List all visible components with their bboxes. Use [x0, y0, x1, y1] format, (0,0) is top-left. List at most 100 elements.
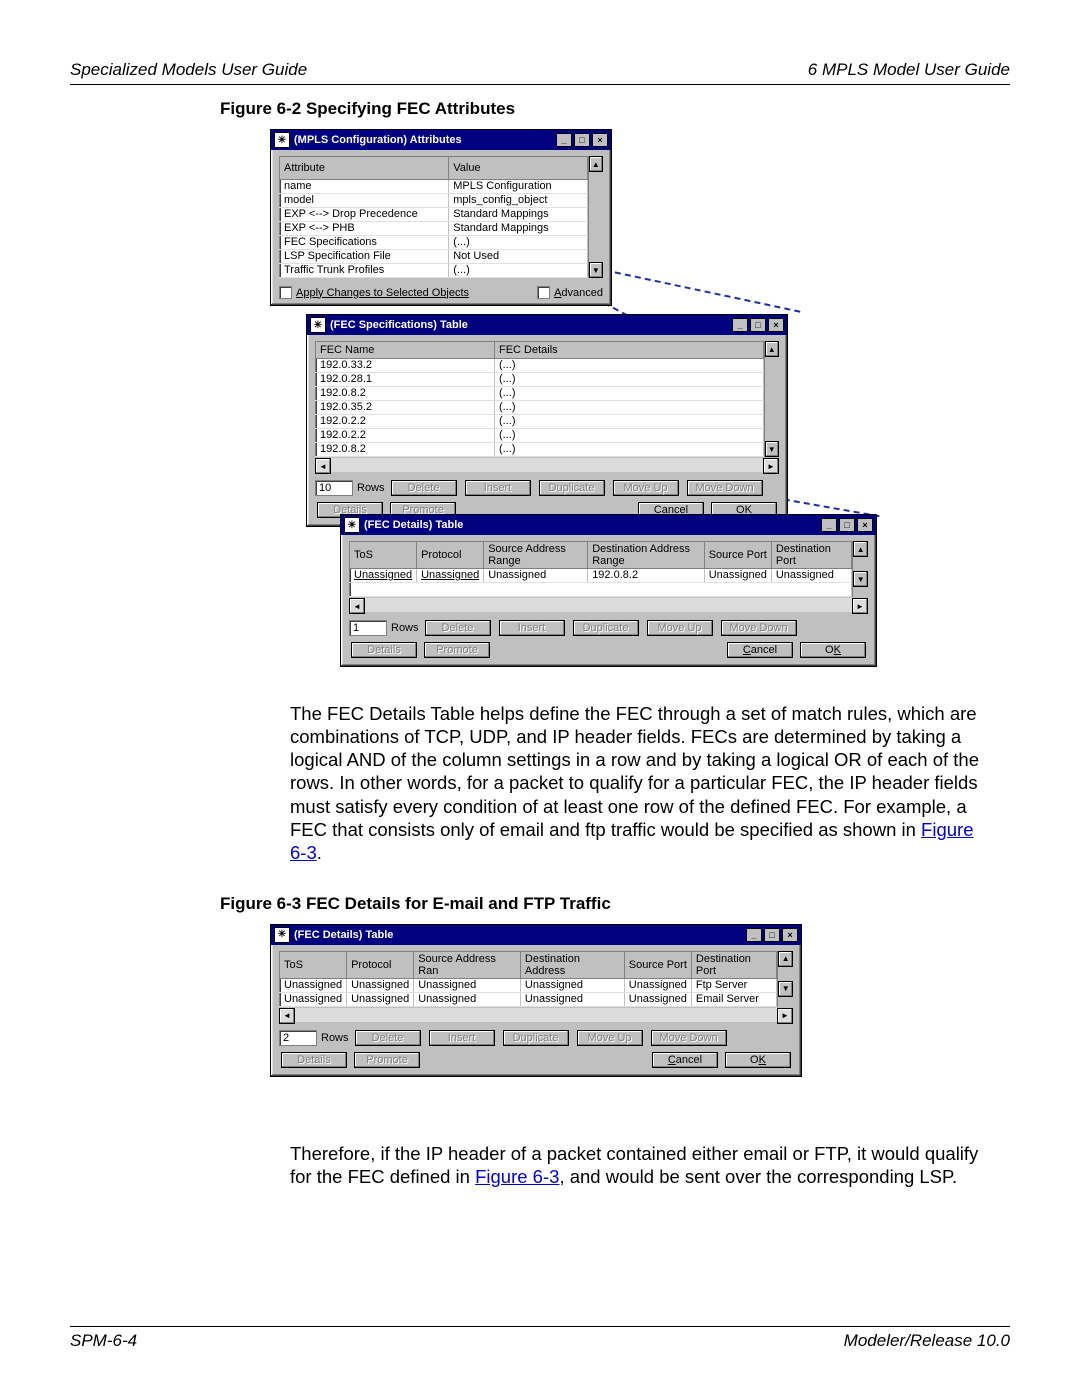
duplicate-button[interactable]: Duplicate [573, 620, 639, 636]
cell[interactable]: 192.0.8.2 [316, 387, 495, 401]
fec-spec-grid[interactable]: FEC Name FEC Details 192.0.33.2(...) 192… [315, 341, 764, 457]
hscrollbar[interactable]: ◄ ► [349, 598, 868, 612]
close-icon[interactable]: × [592, 133, 608, 147]
scroll-right-icon[interactable]: ► [777, 1008, 793, 1024]
cell[interactable]: 192.0.28.1 [316, 373, 495, 387]
cell[interactable]: Traffic Trunk Profiles [280, 264, 449, 278]
scroll-down-icon[interactable]: ▼ [778, 981, 793, 997]
cell[interactable]: Standard Mappings [449, 208, 587, 222]
scroll-left-icon[interactable]: ◄ [349, 598, 365, 614]
vscrollbar[interactable]: ▲ ▼ [588, 156, 603, 278]
cell[interactable]: (...) [449, 236, 587, 250]
cell[interactable]: Unassigned [280, 992, 347, 1006]
cell[interactable]: (...) [495, 387, 764, 401]
cell[interactable]: FEC Specifications [280, 236, 449, 250]
scroll-up-icon[interactable]: ▲ [778, 951, 793, 967]
cell[interactable]: (...) [449, 264, 587, 278]
cell[interactable]: (...) [495, 429, 764, 443]
insert-button[interactable]: Insert [429, 1030, 495, 1046]
advanced-checkbox[interactable]: Advanced [537, 286, 603, 299]
moveup-button[interactable]: Move Up [577, 1030, 643, 1046]
cell[interactable]: Unassigned [280, 978, 347, 992]
minimize-icon[interactable]: _ [746, 928, 762, 942]
rows-input[interactable]: 1 [349, 620, 387, 636]
promote-button[interactable]: Promote [424, 642, 490, 658]
cell[interactable]: (...) [495, 373, 764, 387]
minimize-icon[interactable]: _ [556, 133, 572, 147]
cell[interactable]: Unassigned [520, 978, 624, 992]
rows-input[interactable]: 10 [315, 480, 353, 496]
promote-button[interactable]: Promote [354, 1052, 420, 1068]
hscrollbar[interactable]: ◄ ► [279, 1008, 793, 1022]
scroll-up-icon[interactable]: ▲ [765, 341, 780, 357]
cell[interactable]: model [280, 194, 449, 208]
moveup-button[interactable]: Move Up [647, 620, 713, 636]
scroll-right-icon[interactable]: ► [763, 458, 779, 474]
cell[interactable]: (...) [495, 401, 764, 415]
cell[interactable]: Unassigned [347, 978, 414, 992]
cell[interactable]: Ftp Server [691, 978, 777, 992]
titlebar[interactable]: ✳ (MPLS Configuration) Attributes _ □ × [271, 130, 611, 150]
fec-details-grid[interactable]: ToS Protocol Source Address Range Destin… [349, 541, 852, 597]
cell[interactable]: Unassigned [624, 978, 691, 992]
maximize-icon[interactable]: □ [764, 928, 780, 942]
cell[interactable]: 192.0.8.2 [316, 443, 495, 457]
maximize-icon[interactable]: □ [750, 318, 766, 332]
cell[interactable]: Unassigned [624, 992, 691, 1006]
close-icon[interactable]: × [857, 518, 873, 532]
cell[interactable]: (...) [495, 443, 764, 457]
cell[interactable]: Unassigned [704, 569, 771, 583]
scroll-up-icon[interactable]: ▲ [853, 541, 868, 557]
cell[interactable]: (...) [495, 359, 764, 373]
ok-button[interactable]: OK [725, 1052, 791, 1068]
minimize-icon[interactable]: _ [732, 318, 748, 332]
cell[interactable]: Email Server [691, 992, 777, 1006]
duplicate-button[interactable]: Duplicate [539, 480, 605, 496]
cell[interactable]: EXP <--> Drop Precedence [280, 208, 449, 222]
details-button[interactable]: Details [351, 642, 417, 658]
delete-button[interactable]: Delete [391, 480, 457, 496]
cell[interactable]: 192.0.2.2 [316, 429, 495, 443]
cell[interactable]: Not Used [449, 250, 587, 264]
scroll-down-icon[interactable]: ▼ [853, 571, 868, 587]
cell[interactable]: Unassigned [347, 992, 414, 1006]
cell[interactable]: 192.0.33.2 [316, 359, 495, 373]
maximize-icon[interactable]: □ [839, 518, 855, 532]
close-icon[interactable]: × [782, 928, 798, 942]
close-icon[interactable]: × [768, 318, 784, 332]
maximize-icon[interactable]: □ [574, 133, 590, 147]
cell[interactable]: Unassigned [350, 569, 417, 583]
insert-button[interactable]: Insert [499, 620, 565, 636]
details-button[interactable]: Details [281, 1052, 347, 1068]
fec-details-grid-2[interactable]: ToS Protocol Source Address Ran Destinat… [279, 951, 777, 1007]
vscrollbar[interactable]: ▲ ▼ [777, 951, 793, 1007]
cancel-button[interactable]: Cancel [727, 642, 793, 658]
cancel-button[interactable]: Cancel [652, 1052, 718, 1068]
duplicate-button[interactable]: Duplicate [503, 1030, 569, 1046]
cell[interactable]: Standard Mappings [449, 222, 587, 236]
cell[interactable]: EXP <--> PHB [280, 222, 449, 236]
cell[interactable]: Unassigned [520, 992, 624, 1006]
cell[interactable]: Unassigned [414, 992, 521, 1006]
hscrollbar[interactable]: ◄ ► [315, 458, 779, 472]
movedown-button[interactable]: Move Down [687, 480, 763, 496]
checkbox-icon[interactable] [537, 286, 550, 299]
titlebar[interactable]: ✳ (FEC Details) Table _ □ × [341, 515, 876, 535]
ok-button[interactable]: OK [800, 642, 866, 658]
vscrollbar[interactable]: ▲ ▼ [852, 541, 868, 597]
cell[interactable]: Unassigned [771, 569, 852, 583]
cell[interactable]: name [280, 180, 449, 194]
attribute-grid[interactable]: Attribute Value nameMPLS Configuration m… [279, 156, 588, 278]
movedown-button[interactable]: Move Down [651, 1030, 727, 1046]
titlebar[interactable]: ✳ (FEC Details) Table _ □ × [271, 925, 801, 945]
movedown-button[interactable]: Move Down [721, 620, 797, 636]
titlebar[interactable]: ✳ (FEC Specifications) Table _ □ × [307, 315, 787, 335]
cell[interactable]: 192.0.2.2 [316, 415, 495, 429]
cell[interactable]: 192.0.35.2 [316, 401, 495, 415]
cell[interactable]: 192.0.8.2 [588, 569, 705, 583]
scroll-up-icon[interactable]: ▲ [589, 156, 603, 172]
apply-changes-checkbox[interactable]: Apply Changes to Selected Objects [279, 286, 469, 299]
delete-button[interactable]: Delete [425, 620, 491, 636]
cell[interactable]: Unassigned [417, 569, 484, 583]
scroll-left-icon[interactable]: ◄ [279, 1008, 295, 1024]
